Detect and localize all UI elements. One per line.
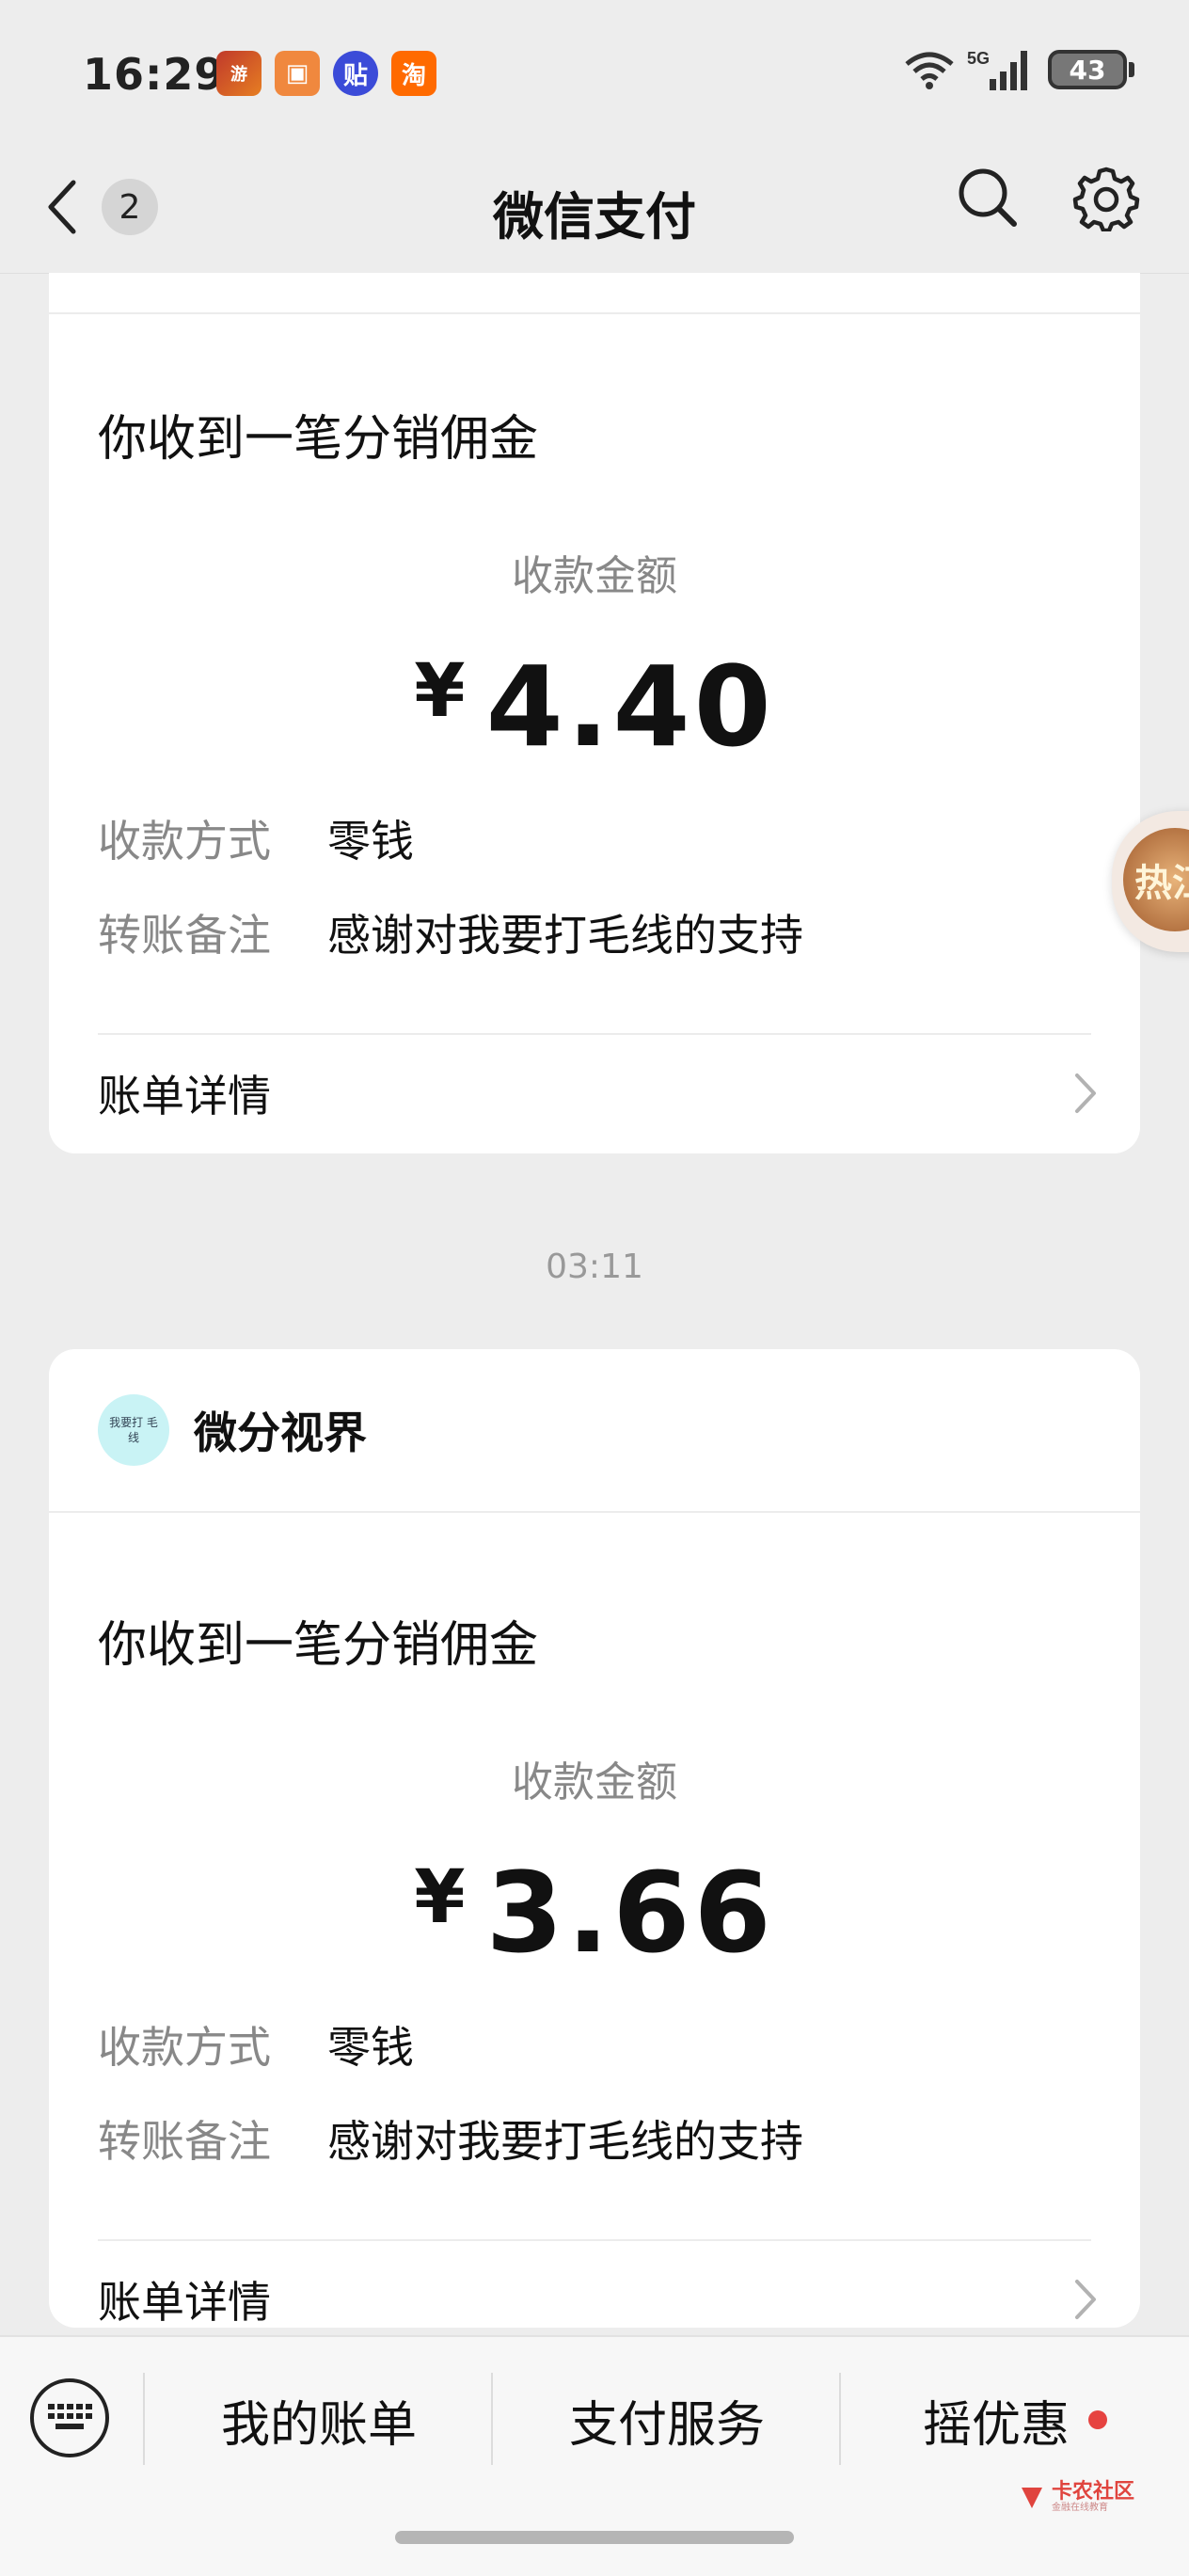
taobao-app-icon: 淘 xyxy=(391,51,436,96)
menu-payment-services[interactable]: 支付服务 xyxy=(493,2382,841,2457)
payment-method-key: 收款方式 xyxy=(98,2022,271,2073)
payment-method-key: 收款方式 xyxy=(98,816,271,867)
battery-nub xyxy=(1129,62,1134,77)
wifi-icon xyxy=(905,52,954,89)
chevron-right-icon xyxy=(1075,1073,1096,1113)
transfer-note-row: 转账备注 感谢对我要打毛线的支持 xyxy=(98,2107,803,2170)
battery-icon: 43 xyxy=(1048,50,1127,89)
transfer-note-value: 感谢对我要打毛线的支持 xyxy=(327,2116,803,2167)
red-dot-indicator xyxy=(1088,2410,1107,2429)
message-title: 你收到一笔分销佣金 xyxy=(98,1617,539,1674)
transfer-note-key: 转账备注 xyxy=(98,910,271,961)
watermark: 卡农社区 金融在线教育 xyxy=(1018,2482,1134,2514)
divider xyxy=(98,1033,1091,1035)
status-time: 16:29 xyxy=(83,49,226,100)
home-indicator[interactable] xyxy=(395,2531,794,2544)
message-title: 你收到一笔分销佣金 xyxy=(98,411,539,468)
payment-method-row: 收款方式 零钱 xyxy=(98,2013,414,2075)
bill-detail-label: 账单详情 xyxy=(98,2277,271,2328)
transfer-note-row: 转账备注 感谢对我要打毛线的支持 xyxy=(98,901,803,963)
signal-5g-icon: 5G xyxy=(967,49,1027,90)
merchant-header[interactable]: 我要打 毛线 微分视界 xyxy=(98,1394,367,1466)
notification-icons: 游 ▣ 贴 淘 xyxy=(216,51,436,96)
settings-button[interactable] xyxy=(1072,164,1140,235)
amount-number: 3.66 xyxy=(485,1848,775,1978)
transfer-note-key: 转账备注 xyxy=(98,2116,271,2167)
amount-value: ¥3.66 xyxy=(49,1848,1140,1978)
wallet-app-icon: ▣ xyxy=(275,51,320,96)
amount-number: 4.40 xyxy=(485,642,775,771)
menu-shake-offers-label: 摇优惠 xyxy=(922,2396,1070,2454)
amount-label: 收款金额 xyxy=(512,552,677,600)
watermark-subtitle: 金融在线教育 xyxy=(1052,2503,1108,2513)
amount-value: ¥4.40 xyxy=(49,642,1140,771)
message-timestamp: 03:11 xyxy=(546,1248,643,1286)
status-indicators: 5G 43 xyxy=(903,47,1134,92)
divider xyxy=(98,2239,1091,2241)
floating-ball-logo: 热江 xyxy=(1123,828,1189,931)
watermark-title: 卡农社区 xyxy=(1052,2480,1135,2504)
transfer-note-value: 感谢对我要打毛线的支持 xyxy=(327,910,803,961)
payment-message-card: 你收到一笔分销佣金 收款金额 ¥4.40 收款方式 零钱 转账备注 感谢对我要打… xyxy=(49,273,1140,1153)
bill-detail-link[interactable]: 账单详情 xyxy=(98,1056,1099,1131)
keyboard-toggle-button[interactable] xyxy=(30,2378,109,2457)
payment-method-value: 零钱 xyxy=(327,816,414,867)
currency-symbol: ¥ xyxy=(414,1855,466,1940)
watermark-logo-icon xyxy=(1022,2488,1042,2508)
divider xyxy=(49,1511,1140,1513)
keyboard-icon xyxy=(48,2404,92,2429)
bill-detail-label: 账单详情 xyxy=(98,1071,271,1121)
search-icon xyxy=(959,168,1017,227)
menu-my-bills[interactable]: 我的账单 xyxy=(145,2382,493,2457)
card-header-sliver xyxy=(49,273,1140,314)
svg-text:5G: 5G xyxy=(967,49,990,68)
payment-method-value: 零钱 xyxy=(327,2022,414,2073)
bottom-menu-bar: 我的账单 支付服务 摇优惠 卡农社区 金融在线教育 xyxy=(0,2335,1189,2576)
search-button[interactable] xyxy=(954,164,1022,235)
menu-shake-offers[interactable]: 摇优惠 xyxy=(841,2382,1189,2457)
payment-message-card: 我要打 毛线 微分视界 你收到一笔分销佣金 收款金额 ¥3.66 收款方式 零钱… xyxy=(49,1349,1140,2328)
status-bar: 16:29 游 ▣ 贴 淘 5G 43 xyxy=(0,0,1189,141)
tieba-app-icon: 贴 xyxy=(333,51,378,96)
currency-symbol: ¥ xyxy=(414,649,466,734)
chevron-right-icon xyxy=(1075,2280,1096,2319)
payment-method-row: 收款方式 零钱 xyxy=(98,807,414,869)
amount-label: 收款金额 xyxy=(512,1758,677,1806)
merchant-avatar: 我要打 毛线 xyxy=(98,1394,169,1466)
merchant-name: 微分视界 xyxy=(194,1407,367,1458)
bill-detail-link[interactable]: 账单详情 xyxy=(98,2262,1099,2337)
game-app-icon: 游 xyxy=(216,51,262,96)
gear-icon xyxy=(1072,167,1140,233)
